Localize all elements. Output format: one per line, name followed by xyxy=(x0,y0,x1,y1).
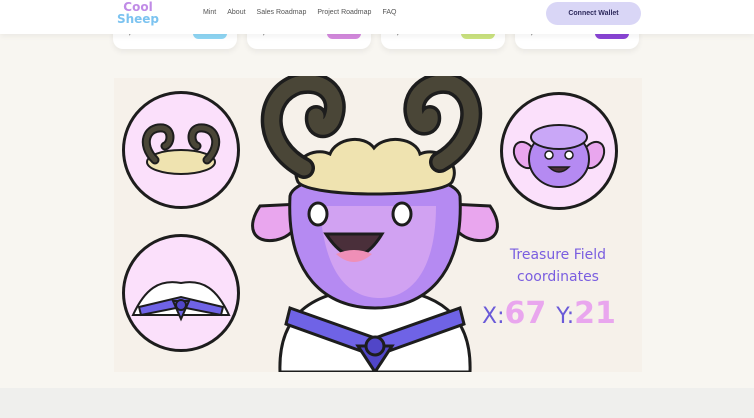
sheep-character-illustration xyxy=(251,76,499,372)
y-label: Y: xyxy=(556,304,575,329)
sheep-head-icon xyxy=(512,124,606,188)
nav-item-project-roadmap[interactable]: Project Roadmap xyxy=(317,9,371,16)
x-value: 67 xyxy=(504,296,547,331)
treasure-title-line1: Treasure Field xyxy=(509,247,607,263)
y-value: 21 xyxy=(574,296,616,331)
connect-wallet-button[interactable]: Connect Wallet xyxy=(546,2,641,25)
trait-collar[interactable] xyxy=(122,234,240,352)
footer-band xyxy=(0,388,754,418)
collar-icon xyxy=(131,281,231,322)
logo-line-2: Sheep xyxy=(116,12,160,26)
treasure-title-line2: coordinates xyxy=(517,269,599,285)
trait-head[interactable] xyxy=(500,92,618,210)
nav-item-sales-roadmap[interactable]: Sales Roadmap xyxy=(257,9,307,16)
top-navbar: Cool Sheep Mint About Sales Roadmap Proj… xyxy=(0,0,754,34)
trait-horns[interactable] xyxy=(122,91,240,209)
nav-item-faq[interactable]: FAQ xyxy=(382,9,396,16)
nav-item-about[interactable]: About xyxy=(227,9,245,16)
nav-menu: Mint About Sales Roadmap Project Roadmap… xyxy=(203,9,396,16)
horns-icon xyxy=(141,123,221,175)
treasure-title: Treasure Field coordinates xyxy=(500,244,616,288)
nav-item-mint[interactable]: Mint xyxy=(203,9,216,16)
x-label: X: xyxy=(482,304,505,329)
cool-sheep-logo[interactable]: Cool Sheep xyxy=(116,1,160,25)
treasure-coordinates: X: 67 Y: 21 xyxy=(482,296,626,331)
